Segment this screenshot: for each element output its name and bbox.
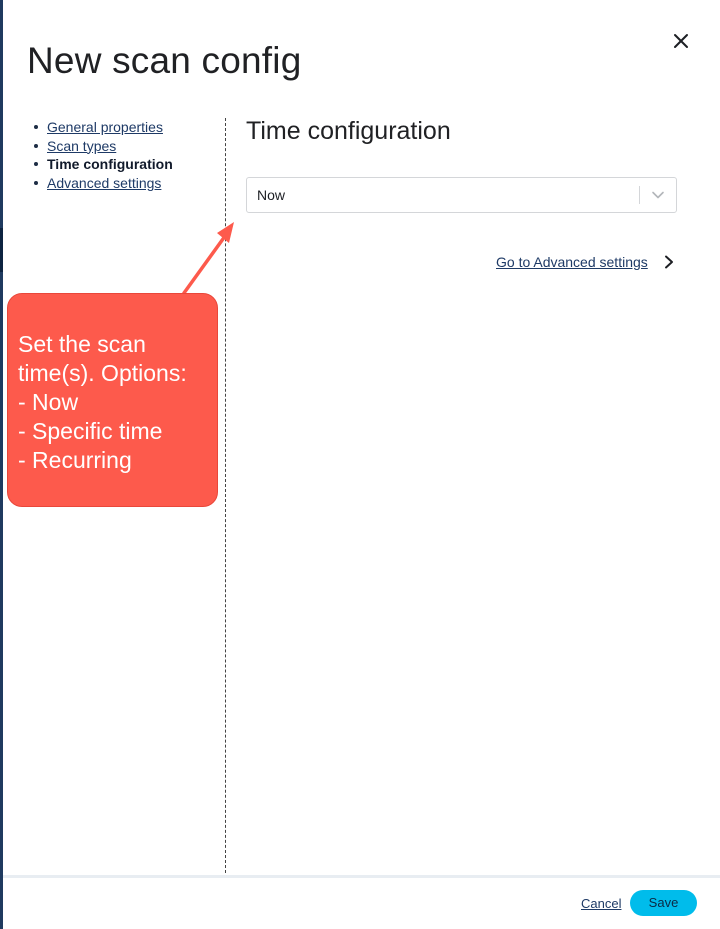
close-button[interactable] <box>668 28 694 54</box>
select-separator <box>639 186 640 204</box>
nav-item-advanced-settings: Advanced settings <box>30 174 173 193</box>
time-select-value: Now <box>257 187 286 203</box>
nav-item-general-properties: General properties <box>30 118 173 137</box>
save-button[interactable]: Save <box>630 890 697 916</box>
chevron-down-icon <box>652 191 664 199</box>
left-edge-notch <box>0 228 3 272</box>
nav-current-time-configuration: Time configuration <box>47 156 173 172</box>
panel-title: New scan config <box>27 40 302 81</box>
callout-line: - Specific time <box>18 418 163 444</box>
nav-item-time-configuration: Time configuration <box>30 155 173 174</box>
step-navigation: General properties Scan types Time confi… <box>30 118 173 192</box>
nav-link-scan-types[interactable]: Scan types <box>47 138 116 154</box>
nav-link-advanced-settings[interactable]: Advanced settings <box>47 175 161 191</box>
left-edge-bar <box>0 0 3 929</box>
callout-line: Set the scan <box>18 331 146 357</box>
chevron-right-icon[interactable] <box>663 255 675 269</box>
annotation-callout: Set the scan time(s). Options: - Now - S… <box>7 293 218 507</box>
callout-line: - Now <box>18 389 79 415</box>
callout-line: - Recurring <box>18 447 132 473</box>
time-select[interactable]: Now <box>246 177 677 213</box>
cancel-button[interactable]: Cancel <box>581 896 621 911</box>
nav-item-scan-types: Scan types <box>30 137 173 156</box>
close-icon <box>674 34 688 48</box>
section-title: Time configuration <box>246 117 451 145</box>
nav-link-general-properties[interactable]: General properties <box>47 119 163 135</box>
callout-line: time(s). Options: <box>18 360 187 386</box>
go-to-advanced-settings-link[interactable]: Go to Advanced settings <box>496 254 648 270</box>
column-divider <box>225 118 226 873</box>
